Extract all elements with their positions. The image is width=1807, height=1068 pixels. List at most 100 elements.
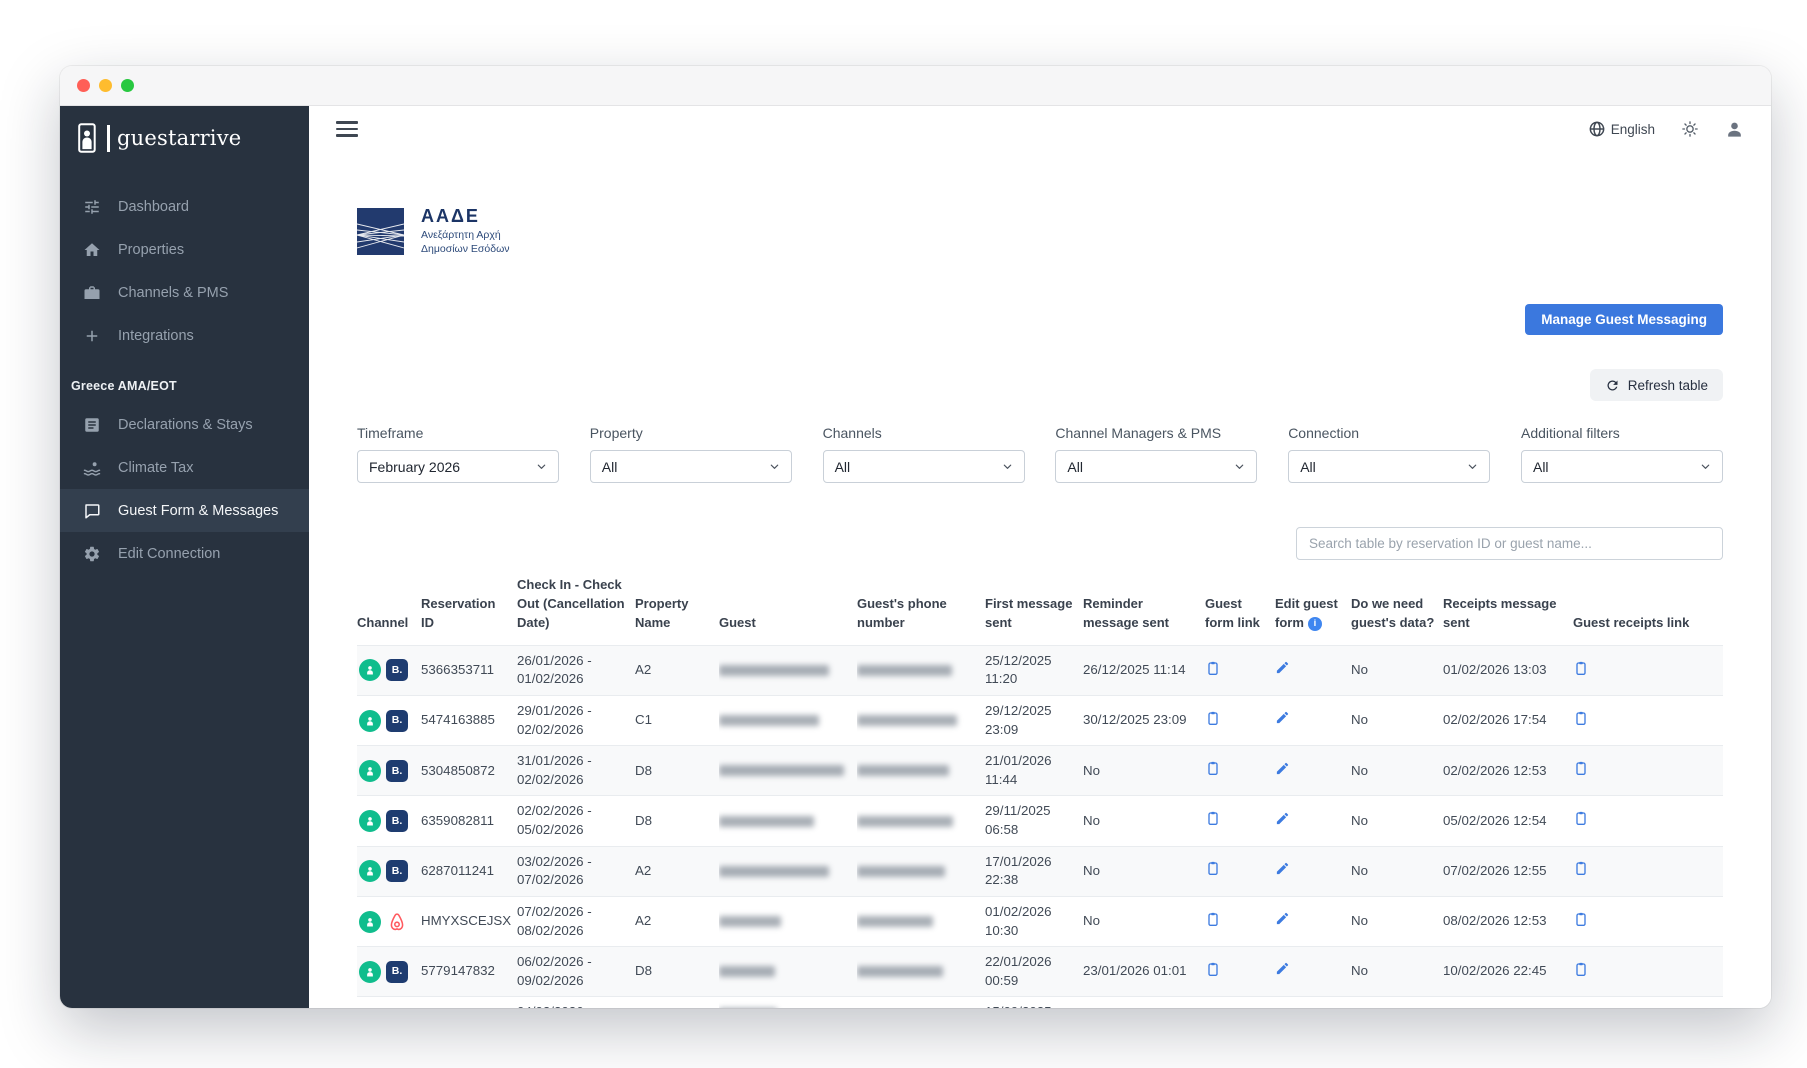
reminder-message-sent: 30/12/2025 23:09: [1083, 712, 1187, 728]
need-guest-data: No: [1351, 997, 1443, 1008]
property-name: D8: [635, 762, 652, 778]
theme-toggle-button[interactable]: [1681, 120, 1699, 138]
guest-form-link-copy-button[interactable]: [1205, 660, 1221, 676]
column-header-guest-receipts-link: Guest receipts link: [1573, 614, 1690, 630]
filter-select-connection[interactable]: All: [1288, 450, 1491, 484]
language-selector[interactable]: English: [1589, 121, 1655, 137]
guest-name-redacted: [719, 746, 857, 796]
language-label: English: [1610, 121, 1655, 137]
guest-form-link-copy-button[interactable]: [1205, 860, 1221, 876]
guest-receipts-link-copy-button[interactable]: [1573, 961, 1589, 977]
property-name: A2: [635, 913, 652, 929]
guest-receipts-link-copy-button[interactable]: [1573, 660, 1589, 676]
guestarrive-logo-icon: [78, 123, 96, 153]
checkin-checkout-dates: 03/02/2026 - 07/02/2026: [517, 853, 592, 888]
receipts-message-sent: 08/02/2026 12:53: [1443, 913, 1547, 929]
reminder-message-sent: No: [1083, 862, 1100, 878]
guest-form-link-copy-button[interactable]: [1205, 760, 1221, 776]
sidebar-item-climate-tax[interactable]: Climate Tax: [60, 446, 309, 489]
menu-toggle-icon[interactable]: [336, 121, 358, 137]
window-titlebar: [60, 66, 1771, 106]
filter-select-property[interactable]: All: [589, 450, 792, 484]
minimize-window-button[interactable]: [99, 79, 112, 92]
receipts-message-sent: 02/02/2026 17:54: [1443, 712, 1547, 728]
edit-guest-form-button[interactable]: [1275, 911, 1290, 926]
edit-guest-form-button[interactable]: [1275, 660, 1290, 675]
guest-phone-redacted: [857, 696, 985, 746]
brand-divider: [107, 124, 110, 152]
channel-booking-icon: B.: [386, 759, 408, 782]
edit-guest-form-button[interactable]: [1275, 811, 1290, 826]
guest-phone-redacted: [857, 997, 985, 1008]
receipts-message-sent: 01/02/2026 13:03: [1443, 662, 1547, 678]
checkin-checkout-dates: 02/02/2026 - 05/02/2026: [517, 803, 592, 838]
aade-subtitle-line1: Ανεξάρτητη Αρχή: [421, 229, 501, 241]
checkin-checkout-dates: 26/01/2026 - 01/02/2026: [517, 652, 592, 687]
aade-logo-icon: [357, 207, 404, 255]
aade-logo: ΑΑΔΕ Ανεξάρτητη Αρχή Δημοσίων Εσόδων: [357, 206, 1723, 256]
sidebar-nav-greece: Declarations & Stays Climate Tax Guest For…: [60, 403, 309, 575]
guest-receipts-link-copy-button[interactable]: [1573, 860, 1589, 876]
guest-form-link-copy-button[interactable]: [1205, 810, 1221, 826]
column-header-guest-form-link: Guest form link: [1205, 596, 1260, 630]
guest-receipts-link-copy-button[interactable]: [1573, 710, 1589, 726]
channel-guestarrive-icon: [359, 810, 381, 833]
top-navbar: English: [309, 106, 1771, 152]
filter-select-additional-filters[interactable]: All: [1520, 450, 1723, 484]
close-window-button[interactable]: [77, 79, 90, 92]
filter-property: Property All: [589, 425, 792, 484]
manage-guest-messaging-button[interactable]: Manage Guest Messaging: [1525, 304, 1723, 336]
edit-guest-form-button[interactable]: [1275, 961, 1290, 976]
sidebar-item-properties[interactable]: Properties: [60, 228, 309, 271]
aade-subtitle-line2: Δημοσίων Εσόδων: [421, 242, 510, 255]
column-header-property-name: Property Name: [635, 596, 689, 630]
need-guest-data: No: [1351, 913, 1368, 929]
edit-guest-form-button[interactable]: [1275, 861, 1290, 876]
edit-guest-form-button[interactable]: [1275, 761, 1290, 776]
sidebar-item-channels-pms[interactable]: Channels & PMS: [60, 271, 309, 314]
guest-form-link-copy-button[interactable]: [1205, 961, 1221, 977]
refresh-table-button[interactable]: Refresh table: [1589, 369, 1723, 402]
guest-form-link-copy-button[interactable]: [1205, 710, 1221, 726]
column-header-receipts-message-sent: Receipts message sent: [1443, 596, 1557, 630]
sidebar-item-dashboard[interactable]: Dashboard: [60, 185, 309, 228]
guest-receipts-link-copy-button[interactable]: [1573, 810, 1589, 826]
sidebar-item-integrations[interactable]: Integrations: [60, 314, 309, 357]
reminder-message-sent: 23/01/2026 01:01: [1083, 963, 1187, 979]
guest-receipts-link-copy-button[interactable]: [1573, 760, 1589, 776]
sidebar-item-edit-connection[interactable]: Edit Connection: [60, 532, 309, 575]
filter-select-channels[interactable]: All: [822, 450, 1025, 484]
sidebar-item-label: Declarations & Stays: [118, 416, 253, 433]
guest-form-link-copy-button[interactable]: [1205, 911, 1221, 927]
reservation-id: 5474163885: [421, 712, 495, 728]
briefcase-icon: [82, 283, 101, 302]
guest-receipts-link-copy-button[interactable]: [1573, 911, 1589, 927]
sidebar-item-guest-form-messages[interactable]: Guest Form & Messages: [60, 489, 309, 532]
column-header-edit-guest-form: Edit guest form i: [1275, 596, 1338, 631]
guest-name-redacted: [719, 645, 857, 695]
filter-label: Connection: [1288, 425, 1360, 442]
channel-cell: B.: [359, 960, 413, 983]
filter-label: Channels: [822, 425, 882, 442]
account-button[interactable]: [1725, 120, 1744, 139]
checkin-checkout-dates: 06/02/2026 - 09/02/2026: [517, 954, 592, 988]
zoom-window-button[interactable]: [121, 79, 134, 92]
info-icon[interactable]: i: [1307, 616, 1322, 631]
table-row: B. 6359082811 02/02/2026 - 05/02/2026 D8 29/…: [357, 795, 1723, 846]
column-header-first-message-sent: First message sent: [985, 596, 1073, 630]
need-guest-data: No: [1351, 712, 1368, 728]
filter-select-timeframe[interactable]: February 2026: [357, 450, 559, 484]
receipts-message-sent: 10/02/2026 22:45: [1443, 963, 1547, 979]
property-name: C1: [635, 712, 652, 728]
search-input[interactable]: [1296, 527, 1723, 561]
column-header-reservation-id: Reservation ID: [421, 596, 496, 630]
guest-name-redacted: [719, 997, 857, 1008]
sidebar-item-declarations-stays[interactable]: Declarations & Stays: [60, 403, 309, 446]
channel-guestarrive-icon: [359, 960, 381, 983]
receipts-message-sent: 05/02/2026 12:54: [1443, 812, 1547, 828]
filter-selected-value: February 2026: [369, 458, 461, 475]
filter-select-channel-managers-pms[interactable]: All: [1055, 450, 1258, 484]
edit-guest-form-button[interactable]: [1275, 710, 1290, 725]
column-header-channel: Channel: [357, 614, 409, 630]
sliders-icon: [82, 197, 101, 216]
